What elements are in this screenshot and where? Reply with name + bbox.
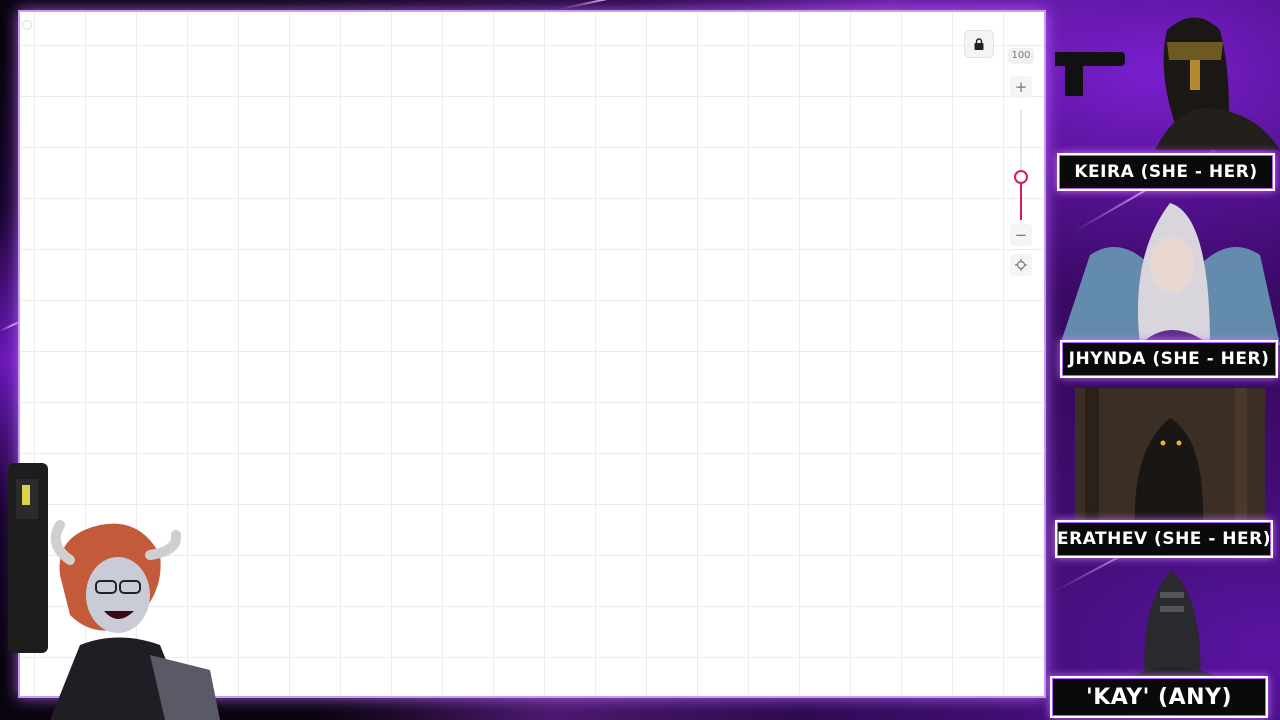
keira-avatar-image	[1055, 17, 1280, 150]
zoom-slider-thumb[interactable]	[1014, 170, 1028, 184]
crosshair-icon	[1015, 259, 1027, 271]
zoom-slider[interactable]	[1014, 110, 1028, 220]
zoom-out-button[interactable]: −	[1010, 224, 1032, 246]
cam-name-plate: KEIRA (SHE - HER)	[1057, 153, 1275, 191]
cam-name-plate: ERATHEV (SHE - HER)	[1055, 520, 1273, 558]
erathev-avatar-image	[1075, 388, 1265, 524]
cam-panel-erathev	[1075, 388, 1265, 524]
cam-name-label: JHYNDA (SHE - HER)	[1068, 349, 1270, 369]
zoom-in-button[interactable]: +	[1010, 76, 1032, 98]
streamer-avatar-illustration	[8, 463, 220, 720]
cam-name-plate: 'KAY' (ANY)	[1050, 676, 1268, 718]
cam-name-label: ERATHEV (SHE - HER)	[1057, 529, 1271, 549]
jhynda-avatar-image	[1060, 203, 1280, 345]
lock-icon	[974, 38, 984, 50]
cam-name-plate: JHYNDA (SHE - HER)	[1060, 340, 1278, 378]
plus-icon: +	[1014, 78, 1028, 96]
cam-panel-kay	[1100, 562, 1260, 682]
kay-avatar-image	[1120, 570, 1230, 682]
cam-panel-jhynda	[1060, 195, 1280, 345]
cam-panel-keira	[1055, 0, 1280, 158]
minus-icon: −	[1014, 226, 1028, 244]
cam-name-label: 'KAY' (ANY)	[1085, 684, 1232, 710]
cam-name-label: KEIRA (SHE - HER)	[1074, 162, 1258, 182]
canvas-corner-marker	[22, 20, 32, 30]
recenter-button[interactable]	[1010, 254, 1032, 276]
lock-button[interactable]	[964, 30, 994, 58]
zoom-level-label: 100	[1008, 48, 1034, 64]
